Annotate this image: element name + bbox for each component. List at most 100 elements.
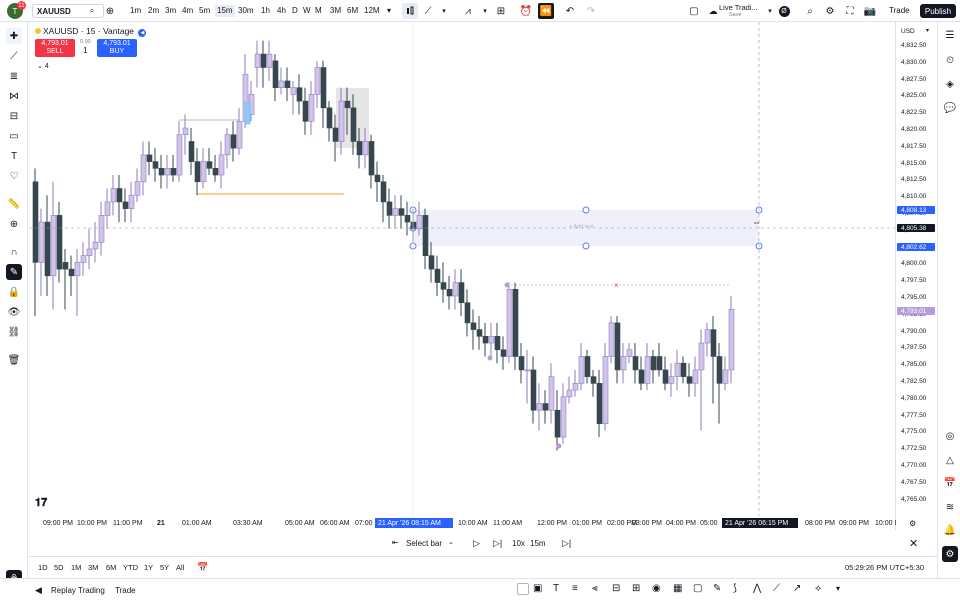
brush-icon[interactable]: ⟆ [733, 583, 737, 594]
range-1m[interactable]: 1M [71, 563, 81, 572]
buy-button[interactable]: 4,793.01 BUY [97, 39, 137, 57]
rectangle-icon[interactable]: ▭ [6, 128, 22, 144]
layout-grid-icon[interactable]: ⊞ [493, 3, 509, 19]
range-icon[interactable]: ⊞ [632, 583, 640, 594]
signals-icon[interactable]: ≋ [942, 499, 958, 515]
image-icon[interactable]: ▣ [533, 583, 542, 594]
time-axis[interactable]: 09:00 PM 10:00 PM 11:00 PM 21 01:00 AM 03:30 … [29, 516, 916, 530]
range-5y[interactable]: 5Y [160, 563, 169, 572]
step-forward-icon[interactable]: ▷| [493, 538, 502, 549]
timeframe-3m[interactable]: 3m [163, 5, 178, 17]
watchlist-icon[interactable]: ☰ [942, 27, 958, 43]
publish-button[interactable]: Publish [920, 4, 956, 18]
position-tool-icon[interactable]: ⊟ [6, 108, 22, 124]
chevron-down-icon[interactable]: ▾ [385, 5, 393, 17]
timeframe-12M[interactable]: 12M [362, 5, 382, 17]
timeframe-4h[interactable]: 4h [275, 5, 288, 17]
range-1d[interactable]: 1D [38, 563, 48, 572]
clock[interactable]: 05:29:26 PM UTC+5:30 [845, 563, 924, 572]
eye-icon[interactable]: 👁 [6, 304, 22, 320]
timeframe-1m[interactable]: 1m [128, 5, 143, 17]
fullscreen-box-icon[interactable]: ▢ [686, 3, 702, 19]
zoom-in-icon[interactable]: ⊕ [6, 216, 22, 232]
trade-tab[interactable]: Trade [115, 586, 136, 595]
stay-in-drawing-mode-icon[interactable]: ✎ [6, 264, 22, 280]
select-bar-button[interactable]: Select bar [406, 539, 442, 548]
timeframe-M[interactable]: M [313, 5, 324, 17]
range-3m[interactable]: 3M [88, 563, 98, 572]
undo-icon[interactable]: ↶ [562, 3, 578, 19]
trend-line-icon[interactable]: ⟋ [6, 48, 22, 64]
range-ytd[interactable]: YTD [123, 563, 138, 572]
fullscreen-icon[interactable]: ⛶ [842, 3, 858, 19]
timeframe-2m[interactable]: 2m [146, 5, 161, 17]
jump-to-realtime-icon[interactable]: ▷| [562, 538, 571, 549]
timeframe-W[interactable]: W [301, 5, 313, 17]
timeframe-4m[interactable]: 4m [180, 5, 195, 17]
timeframe-5m[interactable]: 5m [197, 5, 212, 17]
text-icon[interactable]: T [553, 583, 559, 594]
axis-settings-icon[interactable]: ⚙ [909, 519, 916, 528]
magnet-icon[interactable]: ∩ [6, 244, 22, 260]
candles-chart-type-icon[interactable] [402, 3, 418, 19]
date-range-icon[interactable]: 📅 [197, 562, 208, 573]
heart-icon[interactable]: ♡ [6, 168, 22, 184]
price-chart[interactable]: ×⇔ [29, 22, 895, 516]
replay-interval[interactable]: 15m [530, 539, 546, 548]
settings-icon[interactable]: ⚙ [822, 3, 838, 19]
compare-add-icon[interactable]: ⊕ [102, 3, 118, 19]
symbol-search-icon[interactable]: ⌕ [84, 3, 100, 19]
range-5d[interactable]: 5D [54, 563, 64, 572]
layout-name[interactable]: Live Tradi... [719, 3, 758, 12]
camera-icon[interactable]: 📷 [862, 3, 878, 19]
help-icon[interactable]: ⚙ [942, 546, 958, 562]
eye-icon[interactable]: ◉ [652, 583, 661, 594]
chart-pane[interactable]: × ⇔ XAUUSD · 15 · Vantage ◀ 4,793.01 SELL … [29, 22, 895, 530]
chart-placeholder-icon[interactable] [517, 583, 529, 595]
price-scale[interactable]: USD ▾ 4,832.50 4,830.00 4,827.50 4,825.00 4,… [895, 22, 937, 530]
close-icon[interactable]: ✕ [909, 537, 918, 550]
line-icon[interactable]: ⟋ [773, 583, 780, 594]
timeframe-D[interactable]: D [290, 5, 300, 17]
layers-icon[interactable]: ◈ [942, 76, 958, 92]
chevron-down-icon[interactable]: ▾ [836, 584, 840, 593]
timeframe-1h[interactable]: 1h [259, 5, 272, 17]
ideas-icon[interactable]: △ [942, 452, 958, 468]
indicators-toggle[interactable]: ⌄ 4 [37, 62, 49, 70]
notifications-icon[interactable]: 🔔 [942, 522, 958, 538]
replay-trading-tab[interactable]: Replay Trading [51, 586, 105, 595]
chevron-down-icon[interactable]: ▾ [477, 3, 493, 19]
range-all[interactable]: All [176, 563, 184, 572]
link-icon[interactable]: ⛓ [6, 324, 22, 340]
currency-label[interactable]: USD [901, 28, 915, 35]
pen-icon[interactable]: ✎ [713, 583, 721, 594]
add-text-placeholder[interactable]: + Add text [569, 224, 594, 230]
indicators-icon[interactable]: ⩘ [460, 3, 476, 19]
ruler-icon[interactable]: 📏 [6, 196, 22, 212]
grid-icon[interactable]: ▦ [673, 583, 682, 594]
range-6m[interactable]: 6M [106, 563, 116, 572]
redo-icon[interactable]: ↷ [583, 3, 599, 19]
lock-icon[interactable]: 🔒 [6, 284, 22, 300]
order-qty[interactable]: 1 [83, 46, 87, 55]
chevron-down-icon[interactable]: ⌄ [448, 538, 454, 546]
fib-icon[interactable]: ≡ [572, 583, 578, 594]
select-bar-icon[interactable]: ⇤ [392, 538, 399, 547]
range-1y[interactable]: 1Y [144, 563, 153, 572]
trade-button[interactable]: Trade [889, 6, 910, 15]
timeframe-30m[interactable]: 30m [236, 5, 256, 17]
trash-icon[interactable]: 🗑 [6, 352, 22, 368]
alerts-icon[interactable]: ⏲ [942, 52, 958, 68]
timeframe-3M[interactable]: 3M [328, 5, 343, 17]
play-icon[interactable]: ▷ [473, 538, 480, 549]
channel-icon[interactable]: ⫷ [592, 583, 598, 594]
timeframe-15m[interactable]: 15m [215, 5, 235, 17]
chat-icon[interactable]: 💬 [942, 100, 958, 116]
replay-icon[interactable]: ⏪ [538, 3, 554, 19]
pattern-icon[interactable]: ⋈ [6, 88, 22, 104]
levels-icon[interactable]: ⊟ [612, 583, 620, 594]
calendar-icon[interactable]: 📅 [942, 475, 958, 491]
chevron-down-icon[interactable]: ▾ [436, 3, 452, 19]
text-tool-icon[interactable]: T [6, 148, 22, 164]
alert-clock-icon[interactable]: ⏰ [518, 3, 534, 19]
